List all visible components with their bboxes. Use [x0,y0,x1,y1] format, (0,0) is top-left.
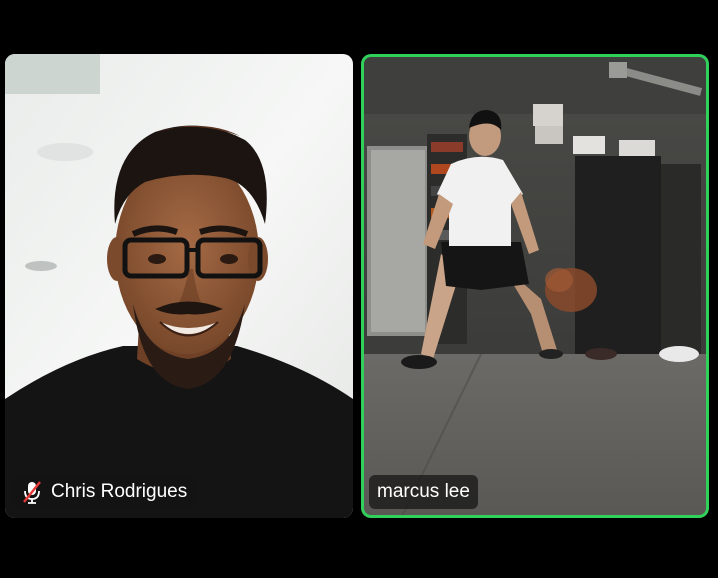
participant-name-label: Chris Rodrigues [51,481,188,502]
video-feed-marcus-lee [361,54,709,518]
mic-off-icon [23,481,41,504]
video-feed-chris-rodrigues [5,54,353,518]
participant-tile-marcus-lee[interactable]: marcus lee [361,54,709,518]
participant-tile-chris-rodrigues[interactable]: Chris Rodrigues [5,54,353,518]
participant-name-tag: Chris Rodrigues [13,475,196,509]
participant-name-label: marcus lee [377,481,470,502]
participant-name-tag: marcus lee [369,475,478,509]
